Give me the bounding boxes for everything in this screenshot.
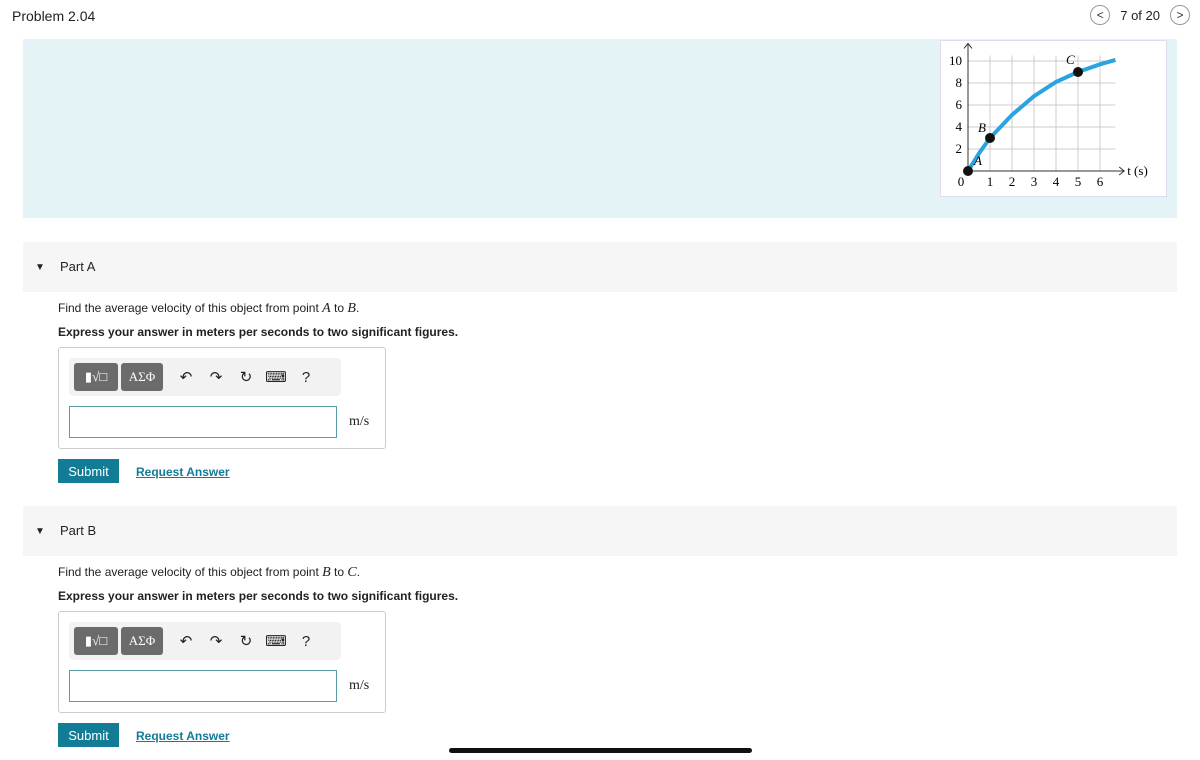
part-label: Part B xyxy=(60,523,97,538)
part-a-question: Find the average velocity of this object… xyxy=(58,301,360,316)
redo-icon[interactable]: ↷ xyxy=(201,632,231,650)
home-indicator xyxy=(449,748,752,753)
x-tick-label: 4 xyxy=(1053,174,1060,189)
greek-symbols-button[interactable]: ΑΣΦ xyxy=(121,363,163,391)
part-a-instruction: Express your answer in meters per second… xyxy=(58,325,459,339)
problem-nav: < 7 of 20 > xyxy=(1090,5,1190,25)
collapse-triangle-icon: ▼ xyxy=(35,526,45,537)
undo-icon[interactable]: ↶ xyxy=(171,632,201,650)
math-toolbar: ▮√□ ΑΣΦ ↶ ↷ ↻ ⌨ ? xyxy=(69,358,341,396)
help-icon[interactable]: ? xyxy=(291,369,321,386)
x-tick-label: 5 xyxy=(1075,174,1082,189)
part-a-submit-button[interactable]: Submit xyxy=(58,459,119,483)
x-tick-label: 1 xyxy=(987,174,994,189)
part-b-answer-input[interactable] xyxy=(69,670,337,702)
redo-icon[interactable]: ↷ xyxy=(201,368,231,386)
chevron-right-icon[interactable]: > xyxy=(1170,5,1190,25)
part-b-submit-button[interactable]: Submit xyxy=(58,723,119,747)
part-b-answer-box: ▮√□ ΑΣΦ ↶ ↷ ↻ ⌨ ? m/s xyxy=(58,611,386,713)
y-tick-label: 2 xyxy=(956,141,963,156)
point-B xyxy=(985,133,995,143)
y-tick-label: 6 xyxy=(956,97,963,112)
x-axis-label: t (s) xyxy=(1127,163,1148,178)
undo-icon[interactable]: ↶ xyxy=(171,368,201,386)
x-tick-label: 6 xyxy=(1097,174,1104,189)
keyboard-icon[interactable]: ⌨ xyxy=(261,632,291,650)
point-label: C xyxy=(1066,52,1075,67)
math-toolbar: ▮√□ ΑΣΦ ↶ ↷ ↻ ⌨ ? xyxy=(69,622,341,660)
part-b-instruction: Express your answer in meters per second… xyxy=(58,589,459,603)
reset-icon[interactable]: ↻ xyxy=(231,632,261,650)
part-a-answer-input[interactable] xyxy=(69,406,337,438)
y-tick-label: 8 xyxy=(956,75,963,90)
templates-button[interactable]: ▮√□ xyxy=(74,627,118,655)
part-a-answer-box: ▮√□ ΑΣΦ ↶ ↷ ↻ ⌨ ? m/s xyxy=(58,347,386,449)
point-label: A xyxy=(973,153,982,168)
x-tick-label: 0 xyxy=(958,174,965,189)
x-tick-label: 2 xyxy=(1009,174,1016,189)
chevron-left-icon[interactable]: < xyxy=(1090,5,1111,25)
collapse-triangle-icon: ▼ xyxy=(35,262,45,273)
help-icon[interactable]: ? xyxy=(291,633,321,650)
keyboard-icon[interactable]: ⌨ xyxy=(261,368,291,386)
part-b-request-answer-link[interactable]: Request Answer xyxy=(136,729,230,743)
reset-icon[interactable]: ↻ xyxy=(231,368,261,386)
part-a-header[interactable]: ▼ Part A xyxy=(23,242,1177,292)
header: Problem 2.04 < 7 of 20 > xyxy=(0,0,1200,34)
position-time-graph: 0 1 2 3 4 5 6 2 4 6 8 10 t (s) A B C xyxy=(940,40,1167,197)
y-tick-label: 10 xyxy=(949,53,962,68)
point-label: B xyxy=(978,120,986,135)
templates-button[interactable]: ▮√□ xyxy=(74,363,118,391)
problem-counter: 7 of 20 xyxy=(1120,7,1160,23)
greek-symbols-button[interactable]: ΑΣΦ xyxy=(121,627,163,655)
chart-svg: 0 1 2 3 4 5 6246810t (s)ABC xyxy=(949,42,1148,189)
part-b-header[interactable]: ▼ Part B xyxy=(23,506,1177,556)
part-b-question: Find the average velocity of this object… xyxy=(58,565,361,580)
unit-label: m/s xyxy=(349,678,370,693)
unit-label: m/s xyxy=(349,414,370,429)
problem-title: Problem 2.04 xyxy=(12,8,96,24)
part-a-request-answer-link[interactable]: Request Answer xyxy=(136,465,230,479)
point-A xyxy=(963,166,973,176)
point-C xyxy=(1073,67,1083,77)
y-tick-label: 4 xyxy=(956,119,963,134)
part-label: Part A xyxy=(60,259,96,274)
x-tick-label: 3 xyxy=(1031,174,1038,189)
